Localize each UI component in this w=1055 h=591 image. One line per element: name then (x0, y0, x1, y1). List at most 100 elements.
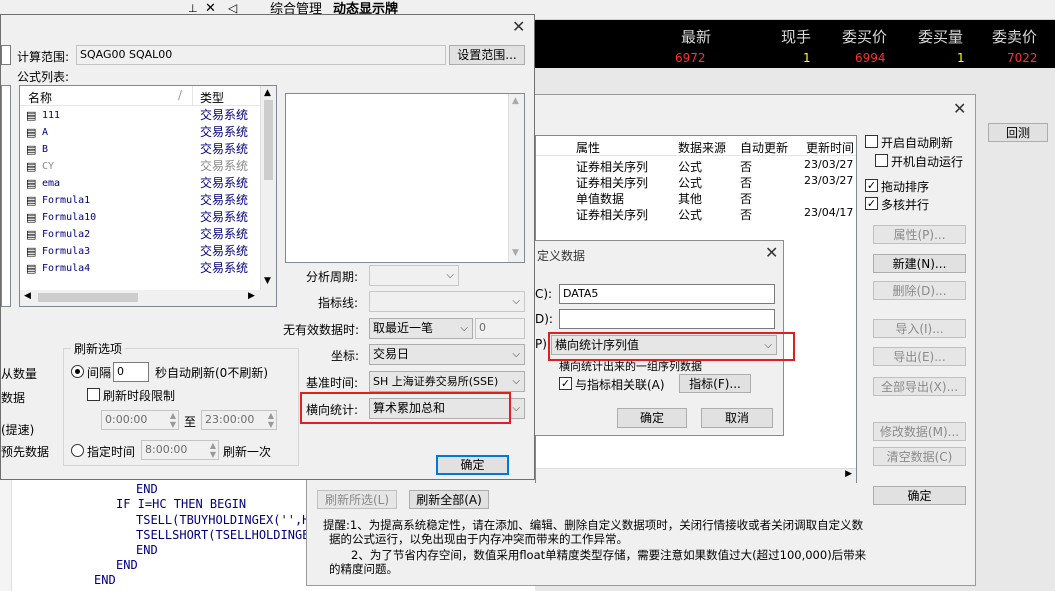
clipped-input[interactable] (1, 45, 11, 65)
table-row[interactable]: 证券相关序列 公式 否 23/04/17 (536, 205, 856, 222)
scroll-thumb[interactable] (264, 100, 273, 180)
list-item[interactable]: ▤ B 交易系统 (20, 141, 260, 158)
set-range-button[interactable]: 设置范围... (449, 45, 525, 65)
range-label: 计算范围: (17, 50, 70, 64)
interval-input[interactable]: 0 (113, 362, 149, 382)
list-item[interactable]: ▤ CY 交易系统 (20, 158, 260, 175)
time-from-value: 0:00:00 (105, 413, 148, 426)
clear-data-button[interactable]: 清空数据(C) (873, 447, 966, 466)
col-update-time[interactable]: 更新时间 (806, 139, 854, 156)
scroll-right-icon[interactable]: ▶ (845, 469, 852, 479)
name-input[interactable] (559, 309, 775, 329)
base-time-select[interactable]: SH 上海证券交易所(SSE) ⌵ (369, 371, 525, 392)
cancel-button[interactable]: 取消 (701, 408, 773, 428)
horizontal-scrollbar[interactable]: ◀ ▶ (20, 290, 276, 306)
list-item[interactable]: ▤ Formula1 交易系统 (20, 192, 260, 209)
backtest-button[interactable]: 回测 (988, 123, 1048, 142)
period-select[interactable]: ⌵ (369, 265, 459, 286)
export-all-button[interactable]: 全部导出(X)... (873, 377, 966, 396)
scroll-up-icon[interactable]: ▲ (512, 96, 519, 106)
time-from-input[interactable]: 0:00:00 ▲ ▼ (101, 410, 179, 430)
invalid-select[interactable]: 取最近一笔 ⌵ (369, 318, 473, 339)
scroll-down-icon[interactable]: ▼ (264, 276, 271, 286)
list-item[interactable]: ▤ A 交易系统 (20, 124, 260, 141)
formula-preview: ▲ ▼ (285, 93, 525, 263)
table-row[interactable]: 单值数据 其他 否 (536, 189, 856, 206)
list-item[interactable]: ▤ Formula10 交易系统 (20, 209, 260, 226)
close-icon[interactable]: ✕ (953, 99, 966, 118)
note-line: 的精度问题。 (329, 562, 398, 576)
delete-button[interactable]: 删除(D)... (873, 281, 966, 300)
link-indicator-checkbox[interactable]: ✓ (559, 377, 572, 390)
time-to-input[interactable]: 23:00:00 ▲ ▼ (201, 410, 277, 430)
vertical-scrollbar[interactable]: ▲ ▼ (260, 86, 276, 290)
highlight-box (548, 332, 795, 361)
invalid-number-input[interactable]: 0 (475, 318, 525, 339)
horizontal-scrollbar[interactable]: ▶ (536, 468, 856, 483)
range-input[interactable]: SQAG00 SQAL00 (76, 45, 446, 65)
property-button[interactable]: 属性(P)... (873, 225, 966, 244)
chevron-down-icon: ⌵ (460, 323, 468, 334)
refresh-once-label: 刷新一次 (223, 445, 272, 459)
col-source[interactable]: 数据来源 (678, 139, 726, 156)
spin-down-icon[interactable]: ▼ (210, 446, 216, 459)
sort-icon: / (178, 88, 183, 102)
list-item[interactable]: ▤ 111 交易系统 (20, 107, 260, 124)
link-indicator-label: 与指标相关联(A) (575, 378, 665, 392)
value-ask-price: 7022 (1007, 51, 1038, 65)
interval-suffix: 秒自动刷新(0不刷新) (155, 366, 268, 380)
code-line: END (116, 558, 138, 572)
scroll-left-icon[interactable]: ◀ (24, 291, 31, 301)
export-button[interactable]: 导出(E)... (873, 347, 966, 366)
close-icon[interactable]: ✕ (765, 243, 778, 262)
col-type[interactable]: 类型 (200, 89, 224, 106)
col-attr[interactable]: 属性 (576, 139, 600, 156)
list-item[interactable]: ▤ Formula2 交易系统 (20, 226, 260, 243)
indicator-button[interactable]: 指标(F)... (679, 374, 751, 393)
formula-icon: ▤ (26, 228, 37, 241)
interval-radio[interactable] (71, 365, 84, 378)
ok-button[interactable]: 确定 (617, 408, 687, 428)
scroll-up-icon[interactable]: ▲ (264, 88, 271, 98)
time-limit-checkbox[interactable] (87, 388, 100, 401)
list-item[interactable]: ▤ Formula4 交易系统 (20, 260, 260, 277)
code-input[interactable]: DATA5 (559, 284, 775, 304)
fixed-time-input[interactable]: 8:00:00 ▲ ▼ (141, 440, 219, 460)
col-name[interactable]: 名称 (28, 89, 52, 106)
list-item[interactable]: ▤ ema 交易系统 (20, 175, 260, 192)
scroll-down-icon[interactable]: ▼ (512, 248, 519, 258)
axis-select[interactable]: 交易日 ⌵ (369, 344, 525, 365)
formula-type: 交易系统 (200, 176, 249, 190)
new-button[interactable]: 新建(N)... (873, 254, 966, 273)
indicator-select[interactable]: ⌵ (369, 291, 525, 312)
modify-data-button[interactable]: 修改数据(M)... (873, 422, 966, 441)
scroll-thumb[interactable] (38, 293, 138, 302)
code-line: END (94, 573, 116, 587)
ok-button[interactable]: 确定 (436, 455, 509, 475)
table-row[interactable]: 证券相关序列 公式 否 23/03/27 (536, 157, 856, 174)
fixed-time-radio[interactable] (71, 444, 84, 457)
import-button[interactable]: 导入(I)... (873, 319, 966, 338)
multicore-checkbox[interactable]: ✓ (865, 197, 878, 210)
ok-button[interactable]: 确定 (873, 486, 966, 505)
left-label: 预先数据 (1, 445, 50, 459)
col-auto-update[interactable]: 自动更新 (740, 139, 788, 156)
chevron-down-icon: ⌵ (512, 376, 520, 387)
scroll-right-icon[interactable]: ▶ (248, 291, 255, 301)
formula-name: B (42, 144, 49, 155)
spin-down-icon[interactable]: ▼ (268, 416, 274, 429)
drag-sort-checkbox[interactable]: ✓ (865, 179, 878, 192)
close-icon[interactable]: ✕ (512, 17, 525, 36)
list-item[interactable]: ▤ Formula3 交易系统 (20, 243, 260, 260)
refresh-all-button[interactable]: 刷新全部(A) (409, 490, 489, 509)
auto-refresh-checkbox[interactable] (865, 135, 878, 148)
vertical-scrollbar[interactable]: ▲ ▼ (508, 94, 524, 262)
spin-down-icon[interactable]: ▼ (170, 416, 176, 429)
invalid-value: 取最近一笔 (373, 321, 434, 335)
formula-name: Formula2 (42, 229, 91, 240)
scroll-left-icon[interactable]: ◁ (228, 1, 237, 15)
refresh-selected-button[interactable]: 刷新所选(L) (317, 490, 397, 509)
table-row[interactable]: 证券相关序列 公式 否 23/03/27 (536, 173, 856, 190)
value-bid-price: 6994 (855, 51, 886, 65)
boot-run-checkbox[interactable] (875, 154, 888, 167)
